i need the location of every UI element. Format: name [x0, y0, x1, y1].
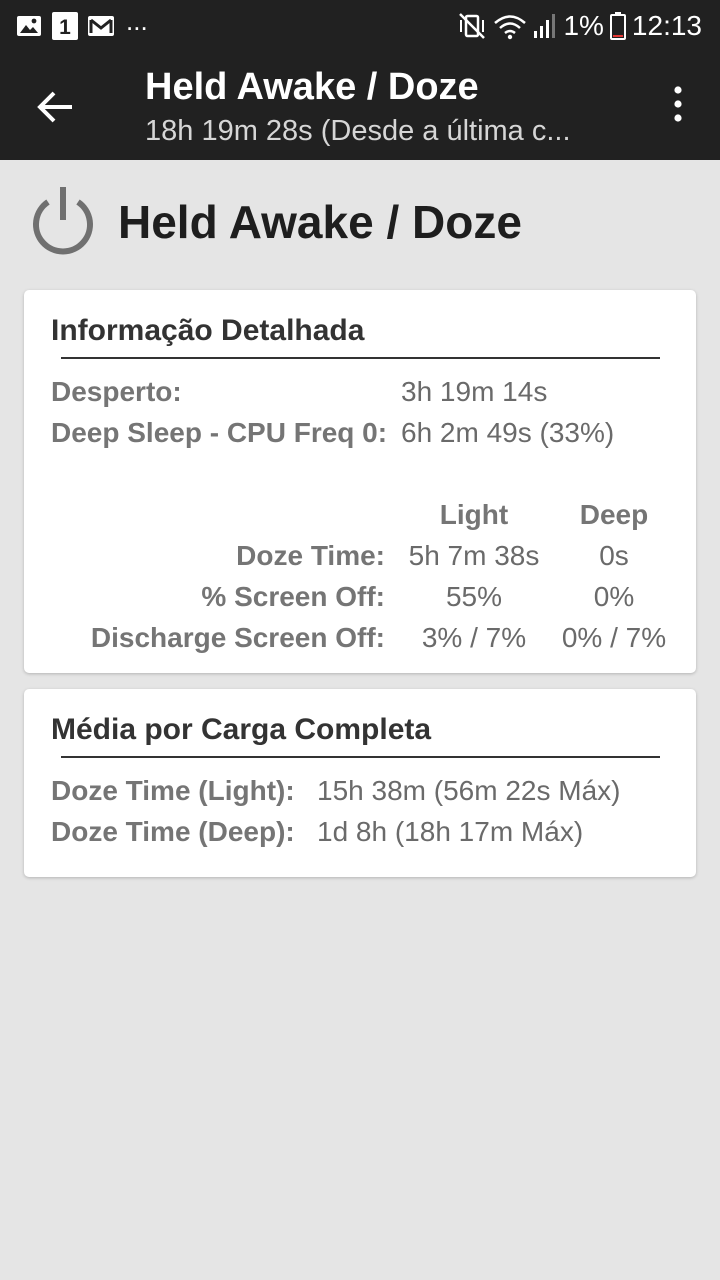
battery-percent: 1% — [563, 10, 604, 41]
screen-off-light: 55% — [445, 581, 503, 612]
status-bar-notifications: 1 ... — [16, 8, 148, 40]
detail-info-card: Informação Detalhada Desperto: 3h 19m 14… — [24, 290, 696, 673]
app-bar-title: Held Awake / Doze — [145, 66, 479, 108]
screen-off-deep: 0% — [593, 581, 635, 612]
doze-light-value: 15h 38m (56m 22s Máx) — [317, 775, 621, 806]
page-headline: Held Awake / Doze — [28, 182, 522, 262]
doze-deep-label: Doze Time (Deep): — [51, 816, 295, 847]
deep-sleep-value: 6h 2m 49s (33%) — [401, 417, 615, 448]
doze-deep-value: 1d 8h (18h 17m Máx) — [317, 816, 584, 847]
app-bar-subtitle: 18h 19m 28s (Desde a última c... — [145, 115, 571, 147]
awake-label: Desperto: — [51, 376, 182, 407]
awake-value: 3h 19m 14s — [401, 376, 548, 407]
more-options-icon[interactable] — [666, 84, 690, 128]
power-icon — [33, 187, 93, 255]
status-time: 12:13 — [631, 10, 702, 41]
gallery-icon — [17, 16, 41, 36]
gmail-icon — [88, 16, 114, 36]
discharge-screen-off-deep: 0% / 7% — [561, 622, 667, 653]
screen-off-label: % Screen Off: — [201, 581, 385, 612]
average-per-charge-card: Média por Carga Completa Doze Time (Ligh… — [24, 689, 696, 877]
card-title: Média por Carga Completa — [51, 713, 432, 746]
notification-count-icon: 1 — [52, 12, 78, 40]
discharge-screen-off-label: Discharge Screen Off: — [90, 622, 385, 653]
deep-sleep-label: Deep Sleep - CPU Freq 0: — [51, 417, 388, 448]
back-arrow-icon[interactable] — [30, 82, 80, 132]
signal-icon — [534, 14, 556, 38]
doze-time-deep: 0s — [599, 540, 629, 571]
wifi-icon — [494, 15, 527, 40]
column-header-light: Light — [439, 499, 509, 530]
title-divider — [61, 357, 660, 359]
app-bar: Held Awake / Doze 18h 19m 28s (Desde a ú… — [0, 52, 720, 160]
svg-text:1: 1 — [59, 16, 71, 39]
battery-icon — [609, 12, 626, 40]
vibrate-mute-icon — [459, 13, 486, 39]
title-divider — [61, 756, 660, 758]
doze-time-light: 5h 7m 38s — [408, 540, 540, 571]
doze-time-label: Doze Time: — [236, 540, 385, 571]
page-title: Held Awake / Doze — [118, 196, 522, 248]
status-bar-system: 1% 12:13 — [457, 10, 702, 42]
status-bar: 1 ... 1% 12:13 — [0, 0, 720, 52]
more-notifications-indicator: ... — [126, 6, 148, 36]
doze-light-label: Doze Time (Light): — [51, 775, 295, 806]
column-header-deep: Deep — [579, 499, 649, 530]
card-title: Informação Detalhada — [51, 314, 365, 347]
discharge-screen-off-light: 3% / 7% — [421, 622, 527, 653]
